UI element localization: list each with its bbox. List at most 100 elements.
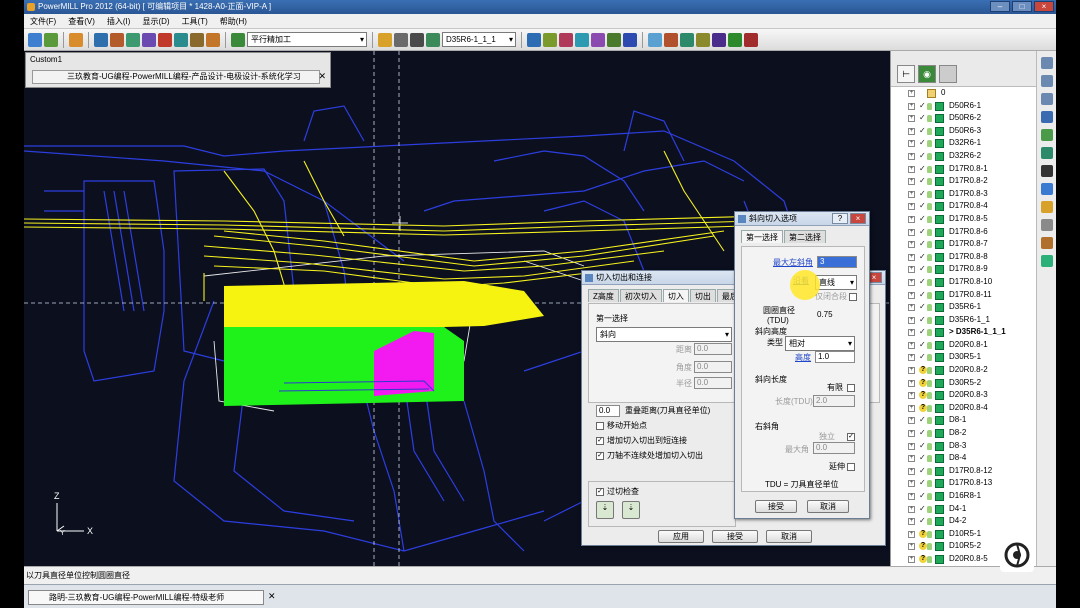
measure-icon[interactable] bbox=[696, 32, 710, 47]
close-icon[interactable]: ✕ bbox=[318, 71, 326, 82]
expand-icon[interactable]: + bbox=[908, 165, 915, 173]
tab-z-height[interactable]: Z高度 bbox=[588, 289, 619, 302]
feedrate-icon[interactable] bbox=[126, 32, 140, 47]
custom-panel-tab[interactable]: 三玖教育-UG编程-PowerMILL编程-产品设计-电极设计-系统化学习 bbox=[32, 70, 320, 84]
tree-item[interactable]: +? D30R5-2 bbox=[891, 377, 1037, 390]
overlap-input[interactable]: 0.0 bbox=[596, 405, 620, 417]
tab-first-leadin[interactable]: 初次切入 bbox=[619, 289, 662, 302]
lightbulb-icon[interactable] bbox=[927, 493, 932, 500]
tree-item[interactable]: + ✓ D17R0.8-9 bbox=[891, 263, 1037, 276]
tree-item[interactable]: +? D20R0.8-2 bbox=[891, 364, 1037, 377]
accept-button[interactable]: 接受 bbox=[712, 530, 758, 543]
tool-icon[interactable] bbox=[378, 32, 392, 47]
lightbulb-icon[interactable] bbox=[927, 543, 932, 551]
tree-item[interactable]: + ✓ D17R0.8-3 bbox=[891, 188, 1037, 201]
expand-icon[interactable]: + bbox=[908, 127, 915, 135]
tree-item[interactable]: + ✓ D17R0.8-10 bbox=[891, 276, 1037, 289]
expand-icon[interactable]: + bbox=[908, 518, 915, 526]
tree-item[interactable]: + ✓ D4-2 bbox=[891, 515, 1037, 528]
layer-icon[interactable] bbox=[607, 32, 621, 47]
expand-icon[interactable]: + bbox=[908, 190, 915, 198]
lightbulb-icon[interactable] bbox=[927, 316, 932, 324]
lightbulb-icon[interactable] bbox=[927, 165, 932, 173]
ncprogram-icon[interactable] bbox=[623, 32, 637, 47]
tree-item[interactable]: + ✓ D32R6-1 bbox=[891, 137, 1037, 150]
tree-item[interactable]: + ✓ D16R8-1 bbox=[891, 490, 1037, 503]
tree-item[interactable]: + ✓ D50R6-3 bbox=[891, 125, 1037, 138]
shade-icon[interactable] bbox=[575, 32, 589, 47]
print-icon[interactable] bbox=[69, 32, 83, 47]
zoom-icon[interactable] bbox=[712, 32, 726, 47]
collision-icon[interactable] bbox=[559, 32, 573, 47]
leadin-type-select[interactable]: 斜向 bbox=[596, 327, 732, 342]
save-icon[interactable] bbox=[44, 32, 58, 47]
lightbulb-icon[interactable] bbox=[927, 304, 932, 312]
expand-icon[interactable]: + bbox=[908, 442, 915, 450]
follow-select[interactable]: 直线 bbox=[815, 275, 857, 290]
expand-icon[interactable]: + bbox=[908, 102, 915, 110]
copy-leadin-icon[interactable]: ⇣ bbox=[596, 501, 614, 519]
tool-list-icon[interactable] bbox=[426, 32, 440, 47]
expand-icon[interactable]: + bbox=[908, 417, 915, 425]
lightbulb-icon[interactable] bbox=[927, 442, 932, 450]
zoom-in-icon[interactable] bbox=[1041, 129, 1053, 141]
tree-item[interactable]: + ✓ D35R6-1 bbox=[891, 301, 1037, 314]
expand-icon[interactable]: + bbox=[908, 367, 915, 375]
menu-file[interactable]: 文件(F) bbox=[30, 14, 56, 28]
expand-icon[interactable]: + bbox=[908, 178, 915, 186]
closed-only-checkbox[interactable] bbox=[849, 293, 857, 301]
angle-input[interactable]: 0.0 bbox=[694, 361, 732, 373]
view-top-icon[interactable] bbox=[664, 32, 678, 47]
lightbulb-icon[interactable] bbox=[927, 190, 932, 198]
pan-icon[interactable] bbox=[1041, 165, 1053, 177]
lightbulb-icon[interactable] bbox=[927, 480, 932, 488]
lightbulb-icon[interactable] bbox=[927, 291, 932, 299]
expand-icon[interactable]: + bbox=[908, 253, 915, 261]
expand-icon[interactable]: + bbox=[908, 555, 915, 563]
start-point-icon[interactable] bbox=[158, 32, 172, 47]
lightbulb-icon[interactable] bbox=[927, 115, 932, 123]
sheet-icon[interactable] bbox=[939, 65, 957, 83]
expand-icon[interactable]: + bbox=[908, 304, 915, 312]
expand-icon[interactable]: + bbox=[908, 392, 915, 400]
expand-icon[interactable]: + bbox=[908, 455, 915, 463]
tree-item[interactable]: + ✓ D32R6-2 bbox=[891, 150, 1037, 163]
leadin-icon[interactable] bbox=[142, 32, 156, 47]
expand-icon[interactable]: + bbox=[908, 493, 915, 500]
cancel-button[interactable]: 取消 bbox=[766, 530, 812, 543]
expand-icon[interactable]: + bbox=[908, 291, 915, 299]
tree-item[interactable]: + ✓ D8-3 bbox=[891, 440, 1037, 453]
expand-icon[interactable]: + bbox=[908, 152, 915, 160]
rotate-icon[interactable] bbox=[728, 32, 742, 47]
lightbulb-icon[interactable] bbox=[927, 379, 932, 387]
apply-button[interactable]: 应用 bbox=[658, 530, 704, 543]
lightbulb-icon[interactable] bbox=[927, 367, 932, 375]
tree-item[interactable]: +0 bbox=[891, 87, 1037, 100]
view-front-icon[interactable] bbox=[1041, 57, 1053, 69]
menu-insert[interactable]: 插入(I) bbox=[107, 14, 131, 28]
height-input[interactable]: 1.0 bbox=[815, 351, 855, 363]
simulate-icon[interactable] bbox=[527, 32, 541, 47]
expand-icon[interactable]: + bbox=[908, 341, 915, 349]
stock-icon[interactable] bbox=[206, 32, 220, 47]
finite-checkbox[interactable] bbox=[847, 384, 855, 392]
tree-item[interactable]: + ✓ D8-2 bbox=[891, 427, 1037, 440]
expand-icon[interactable]: + bbox=[908, 228, 915, 236]
lightbulb-icon[interactable] bbox=[927, 215, 932, 223]
lightbulb-icon[interactable] bbox=[927, 329, 932, 337]
expand-icon[interactable]: + bbox=[908, 90, 915, 97]
view-front-icon[interactable] bbox=[680, 32, 694, 47]
tree-item[interactable]: + ✓ D30R5-1 bbox=[891, 351, 1037, 364]
rotate-icon[interactable] bbox=[1041, 183, 1053, 195]
menu-tools[interactable]: 工具(T) bbox=[182, 14, 208, 28]
verify-icon[interactable] bbox=[543, 32, 557, 47]
max-angle2-input[interactable]: 0.0 bbox=[813, 442, 855, 454]
ramp-cancel-button[interactable]: 取消 bbox=[807, 500, 849, 513]
expand-icon[interactable]: + bbox=[908, 543, 915, 551]
move-start-checkbox[interactable] bbox=[596, 422, 604, 430]
help-button[interactable]: ? bbox=[832, 213, 848, 224]
lightbulb-icon[interactable] bbox=[927, 467, 932, 475]
strategy-combo[interactable]: 平行精加工 bbox=[247, 32, 367, 47]
lightbulb-icon[interactable] bbox=[927, 518, 932, 526]
close-button[interactable]: × bbox=[850, 213, 866, 224]
